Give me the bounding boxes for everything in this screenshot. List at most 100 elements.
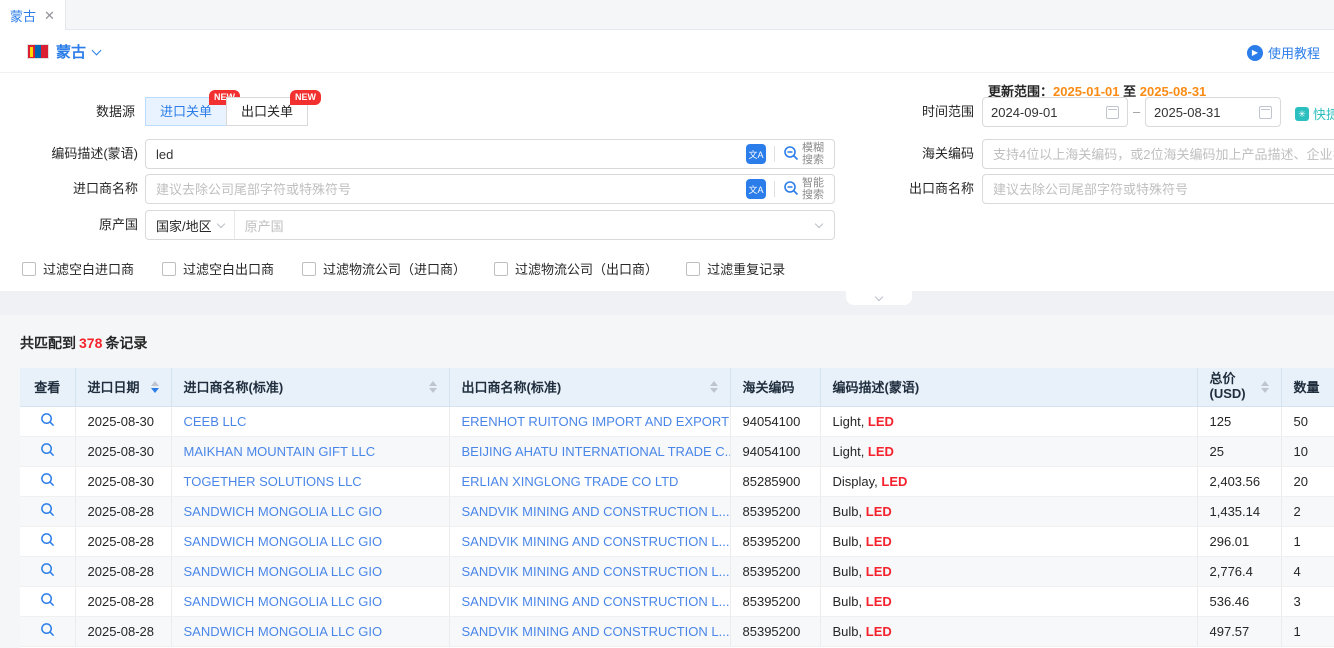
cell-qty: 10 bbox=[1281, 436, 1334, 466]
cell-exporter-link[interactable]: SANDVIK MINING AND CONSTRUCTION L... bbox=[449, 496, 730, 526]
sort-icons[interactable] bbox=[429, 381, 437, 393]
checkbox-duplicate-records[interactable]: 过滤重复记录 bbox=[686, 259, 785, 278]
hs-code-label: 海关编码 bbox=[860, 139, 974, 169]
sort-icons[interactable] bbox=[1261, 381, 1269, 393]
view-record-icon[interactable] bbox=[40, 622, 55, 640]
desc-highlight: LED bbox=[881, 474, 907, 489]
cell-total: 25 bbox=[1197, 436, 1281, 466]
country-name: 蒙古 bbox=[56, 41, 86, 62]
view-record-icon[interactable] bbox=[40, 442, 55, 460]
calendar-icon[interactable] bbox=[1106, 106, 1119, 119]
checkbox-blank-importer[interactable]: 过滤空白进口商 bbox=[22, 259, 134, 278]
cell-importer-link[interactable]: SANDWICH MONGOLIA LLC GIO bbox=[171, 586, 449, 616]
desc-text: Bulb, bbox=[833, 594, 866, 609]
region-type-select[interactable]: 国家/地区 bbox=[146, 211, 235, 239]
country-selector[interactable]: 蒙古 bbox=[27, 41, 100, 62]
cell-hs-code: 85395200 bbox=[730, 586, 820, 616]
desc-highlight: LED bbox=[866, 624, 892, 639]
checkbox-logistics-exporter[interactable]: 过滤物流公司（出口商） bbox=[494, 259, 658, 278]
view-record-icon[interactable] bbox=[40, 532, 55, 550]
cell-exporter-link[interactable]: SANDVIK MINING AND CONSTRUCTION L... bbox=[449, 526, 730, 556]
cell-exporter-link[interactable]: ERENHOT RUITONG IMPORT AND EXPORT ... bbox=[449, 406, 730, 436]
code-desc-input[interactable] bbox=[146, 140, 746, 168]
close-icon[interactable]: ✕ bbox=[44, 9, 55, 22]
checkbox-logistics-importer[interactable]: 过滤物流公司（进口商） bbox=[302, 259, 466, 278]
exporter-inputbox bbox=[982, 174, 1334, 204]
cell-importer-link[interactable]: SANDWICH MONGOLIA LLC GIO bbox=[171, 526, 449, 556]
cell-import-date: 2025-08-30 bbox=[75, 466, 171, 496]
cell-import-date: 2025-08-30 bbox=[75, 406, 171, 436]
checkbox-blank-exporter[interactable]: 过滤空白出口商 bbox=[162, 259, 274, 278]
search-icon[interactable] bbox=[783, 180, 799, 199]
search-icon[interactable] bbox=[783, 145, 799, 164]
mongolia-flag-icon bbox=[27, 44, 49, 59]
cell-importer-link[interactable]: SANDWICH MONGOLIA LLC GIO bbox=[171, 496, 449, 526]
calendar-icon[interactable] bbox=[1259, 106, 1272, 119]
cell-importer-link[interactable]: SANDWICH MONGOLIA LLC GIO bbox=[171, 616, 449, 646]
quick-select-icon: ✳ bbox=[1295, 107, 1309, 121]
checkbox-icon[interactable] bbox=[686, 262, 700, 276]
cell-exporter-link[interactable]: BEIJING AHATU INTERNATIONAL TRADE C... bbox=[449, 436, 730, 466]
cell-importer-link[interactable]: TOGETHER SOLUTIONS LLC bbox=[171, 466, 449, 496]
origin-placeholder: 原产国 bbox=[235, 216, 816, 235]
cell-hs-code: 85395200 bbox=[730, 496, 820, 526]
table-row: 2025-08-30 MAIKHAN MOUNTAIN GIFT LLC BEI… bbox=[20, 436, 1334, 466]
tutorial-link[interactable]: ▶ 使用教程 bbox=[1247, 43, 1320, 62]
translate-icon[interactable]: 文A bbox=[746, 144, 766, 164]
fuzzy-search-hint[interactable]: 模糊搜索 bbox=[802, 142, 828, 166]
checkbox-label: 过滤重复记录 bbox=[707, 259, 785, 278]
date-end-input[interactable]: 2025-08-31 bbox=[1145, 97, 1281, 127]
cell-exporter-link[interactable]: SANDVIK MINING AND CONSTRUCTION L... bbox=[449, 616, 730, 646]
col-total[interactable]: 总价 (USD) bbox=[1197, 368, 1281, 406]
col-importer[interactable]: 进口商名称(标准) bbox=[171, 368, 449, 406]
cell-desc: Display, LED bbox=[820, 466, 1197, 496]
view-record-icon[interactable] bbox=[40, 502, 55, 520]
col-exporter[interactable]: 出口商名称(标准) bbox=[449, 368, 730, 406]
source-tab-import[interactable]: 进口关单 NEW bbox=[145, 97, 227, 126]
view-record-icon[interactable] bbox=[40, 472, 55, 490]
cell-importer-link[interactable]: CEEB LLC bbox=[171, 406, 449, 436]
exporter-input[interactable] bbox=[983, 175, 1334, 203]
filter-checkboxes: 过滤空白进口商 过滤空白出口商 过滤物流公司（进口商） 过滤物流公司（出口商） … bbox=[22, 259, 785, 278]
cell-qty: 3 bbox=[1281, 586, 1334, 616]
cell-importer-link[interactable]: SANDWICH MONGOLIA LLC GIO bbox=[171, 556, 449, 586]
cell-qty: 50 bbox=[1281, 406, 1334, 436]
tab-mongolia[interactable]: 蒙古 ✕ bbox=[0, 0, 66, 30]
hs-code-input[interactable] bbox=[983, 140, 1334, 168]
cell-desc: Bulb, LED bbox=[820, 616, 1197, 646]
sort-icons[interactable] bbox=[151, 381, 159, 393]
checkbox-icon[interactable] bbox=[494, 262, 508, 276]
source-tab-export[interactable]: 出口关单 NEW bbox=[226, 97, 308, 126]
date-start-input[interactable]: 2024-09-01 bbox=[982, 97, 1128, 127]
quick-select-button[interactable]: ✳ 快捷 bbox=[1295, 104, 1334, 123]
cell-hs-code: 94054100 bbox=[730, 406, 820, 436]
cell-exporter-link[interactable]: ERLIAN XINGLONG TRADE CO LTD bbox=[449, 466, 730, 496]
view-record-icon[interactable] bbox=[40, 592, 55, 610]
table-row: 2025-08-28 SANDWICH MONGOLIA LLC GIO SAN… bbox=[20, 496, 1334, 526]
checkbox-icon[interactable] bbox=[302, 262, 316, 276]
cell-exporter-link[interactable]: SANDVIK MINING AND CONSTRUCTION L... bbox=[449, 586, 730, 616]
cell-desc: Bulb, LED bbox=[820, 556, 1197, 586]
checkbox-label: 过滤物流公司（出口商） bbox=[515, 259, 658, 278]
translate-icon[interactable]: 文A bbox=[746, 179, 766, 199]
sort-icons[interactable] bbox=[710, 381, 718, 393]
collapse-toggle[interactable] bbox=[846, 291, 912, 305]
origin-select[interactable]: 国家/地区 原产国 bbox=[145, 210, 835, 240]
desc-highlight: LED bbox=[866, 594, 892, 609]
desc-text: Bulb, bbox=[833, 534, 866, 549]
checkbox-icon[interactable] bbox=[162, 262, 176, 276]
view-record-icon[interactable] bbox=[40, 412, 55, 430]
desc-highlight: LED bbox=[866, 564, 892, 579]
col-import-date[interactable]: 进口日期 bbox=[75, 368, 171, 406]
time-range-label: 时间范围 bbox=[860, 97, 974, 127]
divider bbox=[774, 146, 775, 162]
desc-highlight: LED bbox=[866, 534, 892, 549]
importer-input[interactable] bbox=[146, 175, 746, 203]
smart-search-hint[interactable]: 智能搜索 bbox=[802, 177, 828, 201]
cell-exporter-link[interactable]: SANDVIK MINING AND CONSTRUCTION L... bbox=[449, 556, 730, 586]
importer-label: 进口商名称 bbox=[0, 174, 138, 204]
view-record-icon[interactable] bbox=[40, 562, 55, 580]
checkbox-icon[interactable] bbox=[22, 262, 36, 276]
cell-importer-link[interactable]: MAIKHAN MOUNTAIN GIFT LLC bbox=[171, 436, 449, 466]
cell-total: 2,776.4 bbox=[1197, 556, 1281, 586]
